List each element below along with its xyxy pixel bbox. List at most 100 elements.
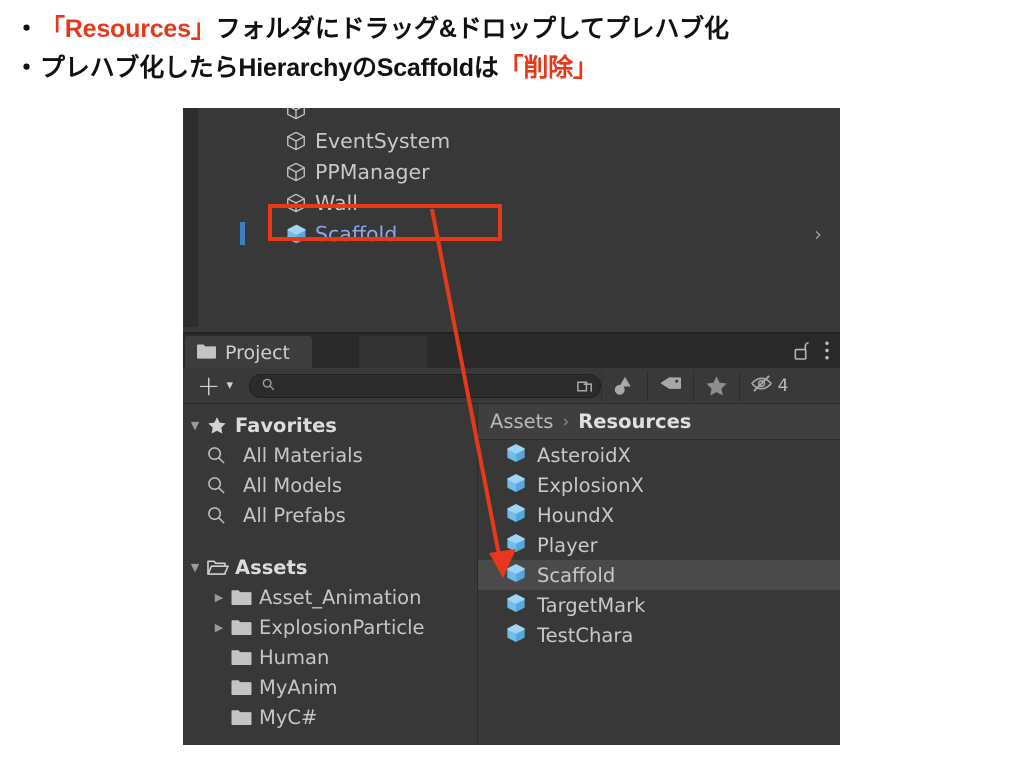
tree-item-myanim[interactable]: MyAnim	[183, 672, 477, 702]
cube-outline-icon	[285, 130, 307, 152]
selection-indicator-bar	[240, 222, 245, 245]
project-tab-bar: Project	[183, 332, 840, 370]
project-panel: Project + ▾ 4 ▼ Favorites All Materials …	[183, 332, 840, 745]
bullet-line-1: ・「Resources」フォルダにドラッグ&ドロップしてプレハブ化	[14, 10, 1014, 49]
cube-outline-icon	[285, 192, 307, 214]
hidden-packages-count: 4	[777, 375, 789, 396]
folder-icon	[231, 679, 259, 695]
asset-row-explosionx[interactable]: ExplosionX	[478, 470, 840, 500]
asset-row-targetmark[interactable]: TargetMark	[478, 590, 840, 620]
search-field[interactable]	[249, 373, 601, 400]
plus-icon: +	[197, 368, 221, 402]
hierarchy-row-label: Wall	[315, 190, 358, 215]
breadcrumb-separator-icon: ›	[562, 411, 570, 432]
folder-icon	[231, 619, 259, 635]
lock-open-icon[interactable]	[793, 340, 810, 365]
tree-item-mycsharp[interactable]: MyC#	[183, 702, 477, 732]
project-toolbar: + ▾ 4	[183, 368, 840, 404]
project-tree-pane: ▼ Favorites All Materials All Models All…	[183, 404, 478, 745]
tree-item-asset-animation[interactable]: ▶ Asset_Animation	[183, 582, 477, 612]
tree-item-explosionparticle[interactable]: ▶ ExplosionParticle	[183, 612, 477, 642]
tree-group-favorites[interactable]: ▼ Favorites	[183, 410, 477, 440]
asset-row-label: TargetMark	[537, 593, 646, 617]
chevron-right-icon[interactable]: ›	[814, 224, 822, 244]
asset-list-pane: Assets › Resources AsteroidX ExplosionX …	[478, 404, 840, 745]
tree-group-label: Assets	[235, 555, 308, 579]
triangle-down-icon[interactable]: ▼	[183, 419, 207, 432]
hierarchy-row-eventsystem[interactable]: EventSystem	[198, 125, 840, 156]
favorite-star-icon[interactable]	[694, 370, 739, 402]
chevron-down-icon: ▾	[226, 378, 233, 393]
bullet-marker: ・	[14, 54, 39, 82]
folder-icon	[231, 589, 259, 605]
tree-item-human[interactable]: Human	[183, 642, 477, 672]
bullet-2-segment-highlight: 「削除」	[498, 54, 598, 82]
tree-item-label: All Materials	[243, 443, 363, 467]
project-body: ▼ Favorites All Materials All Models All…	[183, 404, 840, 745]
hierarchy-row-scaffold[interactable]: Scaffold ›	[198, 218, 840, 249]
tab-project[interactable]: Project	[185, 336, 313, 370]
tab-project-label: Project	[225, 342, 291, 364]
search-icon	[262, 376, 275, 395]
tree-item-label: ExplosionParticle	[259, 615, 425, 639]
hierarchy-row-label: EventSystem	[315, 128, 451, 153]
asset-row-houndx[interactable]: HoundX	[478, 500, 840, 530]
hierarchy-row-ppmanager[interactable]: PPManager	[198, 156, 840, 187]
triangle-down-icon[interactable]: ▼	[183, 561, 207, 574]
slide-bullet-list: ・「Resources」フォルダにドラッグ&ドロップしてプレハブ化 ・プレハブ化…	[14, 10, 1014, 88]
folder-icon	[231, 649, 259, 665]
search-by-label-icon[interactable]	[648, 370, 693, 402]
star-icon	[207, 416, 235, 435]
tree-item-all-materials[interactable]: All Materials	[183, 440, 477, 470]
asset-row-label: ExplosionX	[537, 473, 644, 497]
tree-item-label: Human	[259, 645, 330, 669]
asset-row-scaffold[interactable]: Scaffold	[478, 560, 840, 590]
prefab-cube-icon	[505, 532, 527, 559]
tree-item-label: MyAnim	[259, 675, 338, 699]
bullet-2-segment-plain: プレハブ化したらHierarchyのScaffoldは	[40, 54, 499, 82]
tree-item-all-models[interactable]: All Models	[183, 470, 477, 500]
triangle-right-icon[interactable]: ▶	[207, 621, 231, 634]
hierarchy-row-list: EventSystem PPManager Wall Scaffold ›	[198, 108, 840, 249]
prefab-cube-icon	[505, 562, 527, 589]
tree-item-label: All Prefabs	[243, 503, 346, 527]
search-icon	[207, 446, 243, 465]
prefab-cube-icon	[505, 472, 527, 499]
hierarchy-panel: EventSystem PPManager Wall Scaffold ›	[183, 108, 840, 327]
hidden-packages-icon	[750, 374, 775, 398]
asset-row-asteroidx[interactable]: AsteroidX	[478, 440, 840, 470]
hidden-packages-button[interactable]: 4	[740, 370, 798, 402]
bullet-1-segment-plain: フォルダにドラッグ&ドロップしてプレハブ化	[215, 15, 729, 43]
search-by-type-icon[interactable]	[602, 370, 647, 402]
search-input[interactable]	[281, 377, 571, 394]
asset-row-testchara[interactable]: TestChara	[478, 620, 840, 650]
hierarchy-row-label: PPManager	[315, 159, 430, 184]
cube-blue-icon	[285, 222, 308, 245]
tab-bar-filler	[359, 336, 427, 370]
triangle-right-icon[interactable]: ▶	[207, 591, 231, 604]
hierarchy-gutter	[183, 108, 198, 327]
asset-row-player[interactable]: Player	[478, 530, 840, 560]
cube-outline-icon	[285, 161, 307, 183]
asset-row-label: Player	[537, 533, 598, 557]
bullet-line-2: ・プレハブ化したらHierarchyのScaffoldは「削除」	[14, 49, 1014, 88]
folder-icon	[231, 709, 259, 725]
folder-icon	[197, 342, 216, 364]
asset-row-label: TestChara	[537, 623, 634, 647]
hierarchy-row-wall[interactable]: Wall	[198, 187, 840, 218]
search-icon	[207, 506, 243, 525]
asset-row-label: HoundX	[537, 503, 615, 527]
bullet-1-segment-highlight: 「Resources」	[40, 15, 216, 43]
hierarchy-row-partial[interactable]	[198, 108, 840, 125]
create-asset-button[interactable]: + ▾	[189, 368, 241, 402]
prefab-cube-icon	[505, 622, 527, 649]
breadcrumb-current[interactable]: Resources	[578, 410, 691, 433]
breadcrumb-root[interactable]: Assets	[490, 410, 553, 433]
expand-search-window-icon[interactable]	[576, 377, 595, 400]
tree-item-label: Asset_Animation	[259, 585, 422, 609]
tree-group-assets[interactable]: ▼ Assets	[183, 552, 477, 582]
tree-item-all-prefabs[interactable]: All Prefabs	[183, 500, 477, 530]
kebab-menu-icon[interactable]	[824, 340, 830, 365]
hierarchy-row-label: Scaffold	[315, 221, 398, 246]
